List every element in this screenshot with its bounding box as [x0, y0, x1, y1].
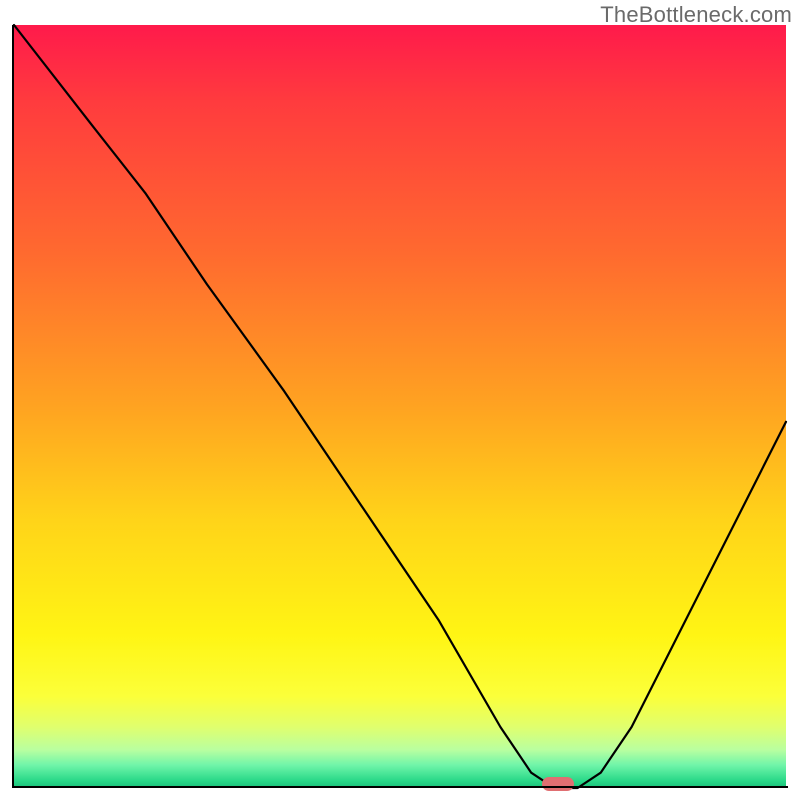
x-axis	[12, 786, 788, 788]
bottleneck-chart: TheBottleneck.com	[0, 0, 800, 800]
watermark-text: TheBottleneck.com	[600, 2, 792, 28]
y-axis	[12, 25, 14, 788]
curve-layer	[14, 25, 786, 788]
optimum-marker	[542, 777, 574, 791]
bottleneck-curve-path	[14, 25, 786, 788]
